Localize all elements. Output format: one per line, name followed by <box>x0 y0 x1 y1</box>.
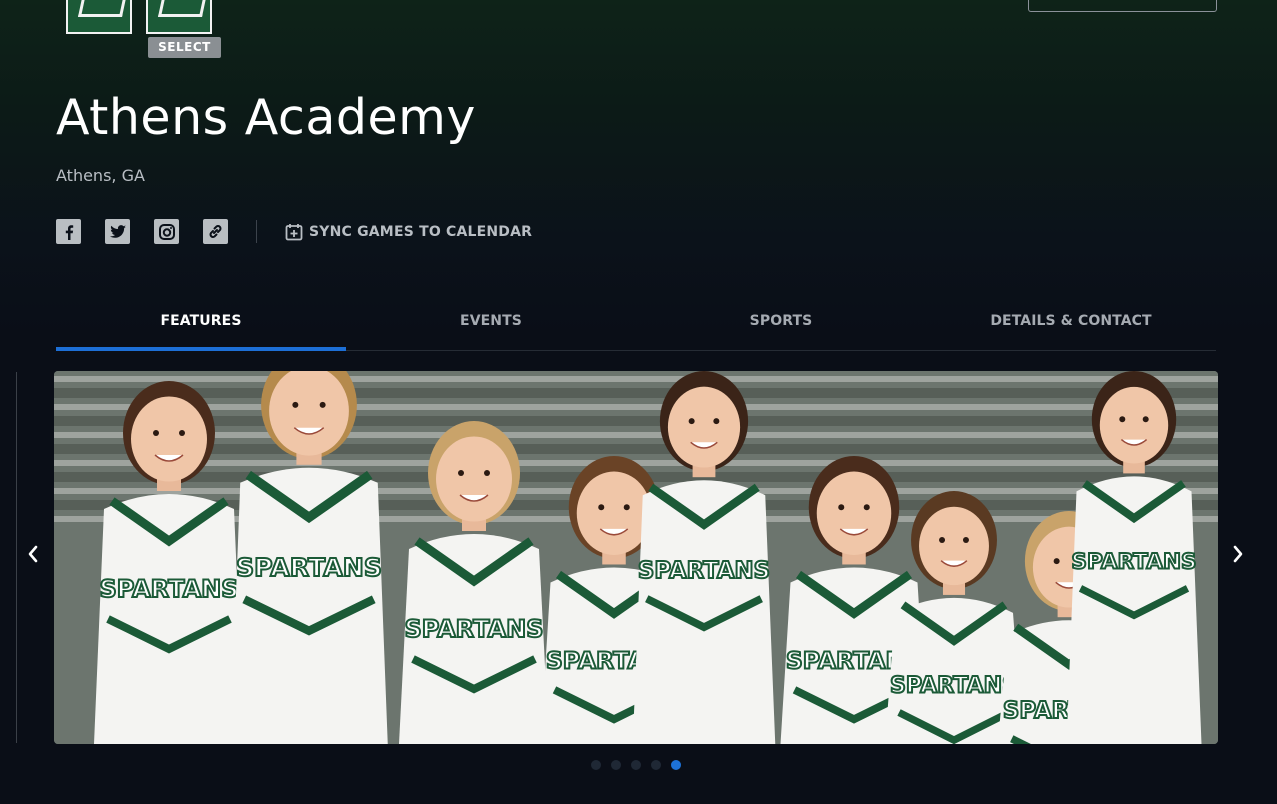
jersey-lettering: SPARTANS <box>890 673 1018 698</box>
tab-features[interactable]: FEATURES <box>56 296 346 351</box>
carousel-dot[interactable] <box>631 760 641 770</box>
facebook-icon[interactable] <box>56 219 81 244</box>
school-logo[interactable]: SELECT <box>66 0 226 60</box>
calendar-add-icon <box>285 223 303 240</box>
jersey-lettering: SPARTANS <box>638 558 770 584</box>
tab-events[interactable]: EVENTS <box>346 296 636 350</box>
carousel-dot[interactable] <box>651 760 661 770</box>
profile-tabs: FEATURES EVENTS SPORTS DETAILS & CONTACT <box>56 296 1216 351</box>
social-divider <box>256 220 257 243</box>
sync-calendar-link[interactable]: SYNC GAMES TO CALENDAR <box>285 223 532 241</box>
logo-letter-right <box>146 0 212 34</box>
school-profile-page: SELECT Athens Academy Athens, GA SYNC GA… <box>0 0 1277 804</box>
jersey-lettering: SPARTANS <box>404 615 543 643</box>
school-location: Athens, GA <box>56 166 145 185</box>
sync-calendar-label: SYNC GAMES TO CALENDAR <box>309 223 533 240</box>
carousel-dot[interactable] <box>591 760 601 770</box>
social-links: SYNC GAMES TO CALENDAR <box>56 219 532 244</box>
instagram-icon[interactable] <box>154 219 179 244</box>
feature-slide-photo[interactable]: SPARTANS SPARTANS SPARTANS SPARTANS SPARTANS… <box>54 371 1218 744</box>
carousel-prev-button[interactable] <box>19 540 47 568</box>
jersey-lettering: SPARTANS <box>99 575 238 603</box>
jersey-lettering: SPARTANS <box>1071 550 1196 575</box>
carousel-dot[interactable] <box>611 760 621 770</box>
carousel-dots <box>591 760 691 770</box>
chevron-right-icon <box>1233 545 1243 563</box>
page-title: Athens Academy <box>56 89 476 146</box>
carousel-dot[interactable] <box>671 760 681 770</box>
twitter-icon[interactable] <box>105 219 130 244</box>
previous-slide-edge <box>16 372 17 743</box>
tab-details-contact[interactable]: DETAILS & CONTACT <box>926 296 1216 350</box>
cheerleaders-photo: SPARTANSSPARTANSSPARTANSSPARTANSSPARTANS… <box>54 371 1218 744</box>
jersey-lettering: SPARTANS <box>236 553 382 582</box>
header-dropdown[interactable] <box>1028 0 1217 12</box>
logo-letter-left <box>66 0 132 34</box>
tab-sports[interactable]: SPORTS <box>636 296 926 350</box>
link-icon[interactable] <box>203 219 228 244</box>
carousel-next-button[interactable] <box>1224 540 1252 568</box>
chevron-left-icon <box>28 545 38 563</box>
select-badge: SELECT <box>148 37 221 58</box>
